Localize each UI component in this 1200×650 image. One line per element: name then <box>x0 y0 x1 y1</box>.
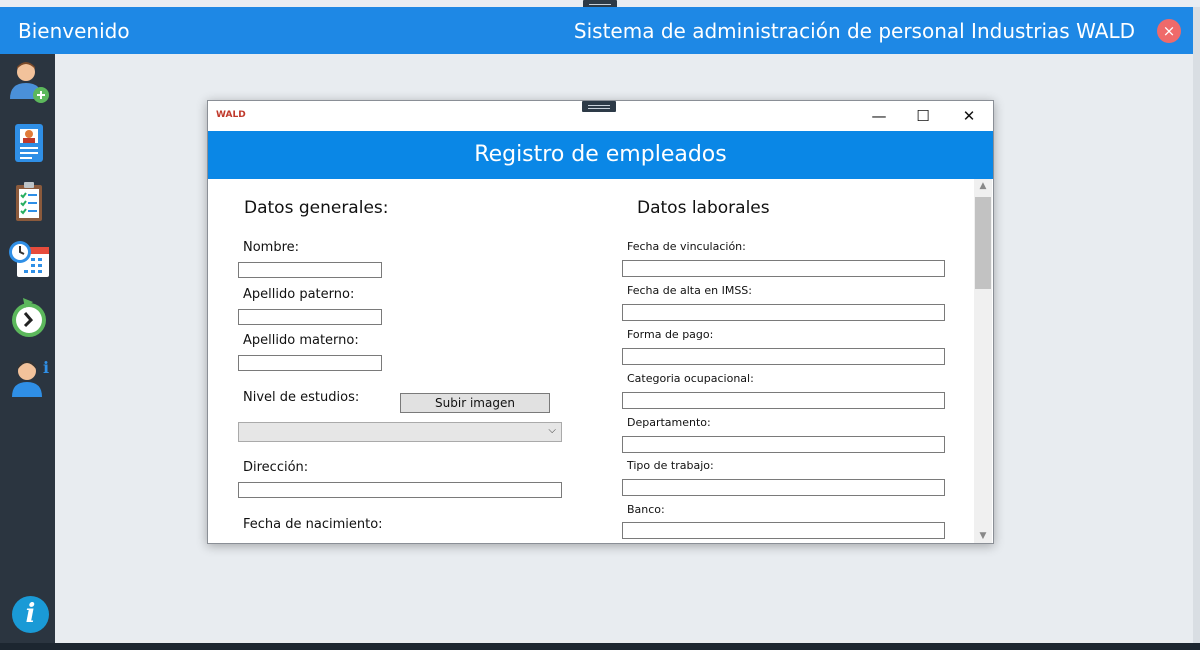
subir-imagen-button[interactable]: Subir imagen <box>400 393 550 413</box>
fecha-alta-imss-input[interactable] <box>622 304 945 321</box>
forma-pago-input[interactable] <box>622 348 945 365</box>
info-icon[interactable]: i <box>12 596 49 633</box>
banco-input[interactable] <box>622 522 945 539</box>
fecha-nacimiento-label: Fecha de nacimiento: <box>243 517 383 532</box>
refresh-clock-icon[interactable] <box>7 296 51 340</box>
nivel-estudios-label: Nivel de estudios: <box>243 390 360 405</box>
window-right-edge <box>1193 7 1200 650</box>
registro-dialog: WALD — ☐ ✕ Registro de empleados Datos g… <box>207 100 994 544</box>
departamento-input[interactable] <box>622 436 945 453</box>
tipo-trabajo-input[interactable] <box>622 479 945 496</box>
banco-label: Banco: <box>627 503 665 516</box>
apellido-paterno-label: Apellido paterno: <box>243 287 355 302</box>
categoria-input[interactable] <box>622 392 945 409</box>
fecha-alta-imss-label: Fecha de alta en IMSS: <box>627 284 752 297</box>
dialog-header-title: Registro de empleados <box>474 142 727 167</box>
app-close-icon[interactable]: × <box>1157 19 1181 43</box>
add-user-icon[interactable] <box>7 59 51 103</box>
nombre-label: Nombre: <box>243 240 300 255</box>
employee-card-icon[interactable] <box>7 121 51 165</box>
desktop-bottom-strip <box>0 643 1200 650</box>
system-title: Sistema de administración de personal In… <box>573 19 1135 43</box>
dialog-drag-grip-icon[interactable] <box>582 101 616 112</box>
clipboard-checklist-icon[interactable] <box>7 180 51 224</box>
scroll-down-icon[interactable]: ▼ <box>974 531 992 541</box>
fecha-vinculacion-label: Fecha de vinculación: <box>627 240 746 253</box>
scroll-thumb[interactable] <box>975 197 991 289</box>
user-info-icon[interactable]: i <box>7 355 51 399</box>
welcome-title: Bienvenido <box>18 19 130 43</box>
app-header: Bienvenido Sistema de administración de … <box>0 7 1193 54</box>
direccion-label: Dirección: <box>243 460 309 475</box>
scroll-up-icon[interactable]: ▲ <box>974 181 992 191</box>
chevron-down-icon: ⌵ <box>548 425 556 436</box>
datos-generales-title: Datos generales: <box>244 198 389 218</box>
minimize-button[interactable]: — <box>856 101 902 131</box>
nivel-estudios-select[interactable]: ⌵ <box>238 422 562 442</box>
wald-logo: WALD <box>216 110 246 120</box>
apellido-materno-label: Apellido materno: <box>243 333 359 348</box>
datos-laborales-title: Datos laborales <box>637 198 770 218</box>
dialog-header: Registro de empleados <box>208 131 993 179</box>
apellido-materno-input[interactable] <box>238 355 382 371</box>
fecha-vinculacion-input[interactable] <box>622 260 945 277</box>
calendar-clock-icon[interactable] <box>7 237 51 281</box>
direccion-input[interactable] <box>238 482 562 498</box>
maximize-button[interactable]: ☐ <box>900 101 946 131</box>
nombre-input[interactable] <box>238 262 382 278</box>
categoria-label: Categoria ocupacional: <box>627 372 754 385</box>
departamento-label: Departamento: <box>627 416 711 429</box>
dialog-close-button[interactable]: ✕ <box>946 101 992 131</box>
sidebar: i i <box>0 54 55 643</box>
forma-pago-label: Forma de pago: <box>627 328 714 341</box>
apellido-paterno-input[interactable] <box>238 309 382 325</box>
vertical-scrollbar[interactable]: ▲ ▼ <box>974 179 992 543</box>
tipo-trabajo-label: Tipo de trabajo: <box>627 459 714 472</box>
svg-text:i: i <box>43 358 49 377</box>
